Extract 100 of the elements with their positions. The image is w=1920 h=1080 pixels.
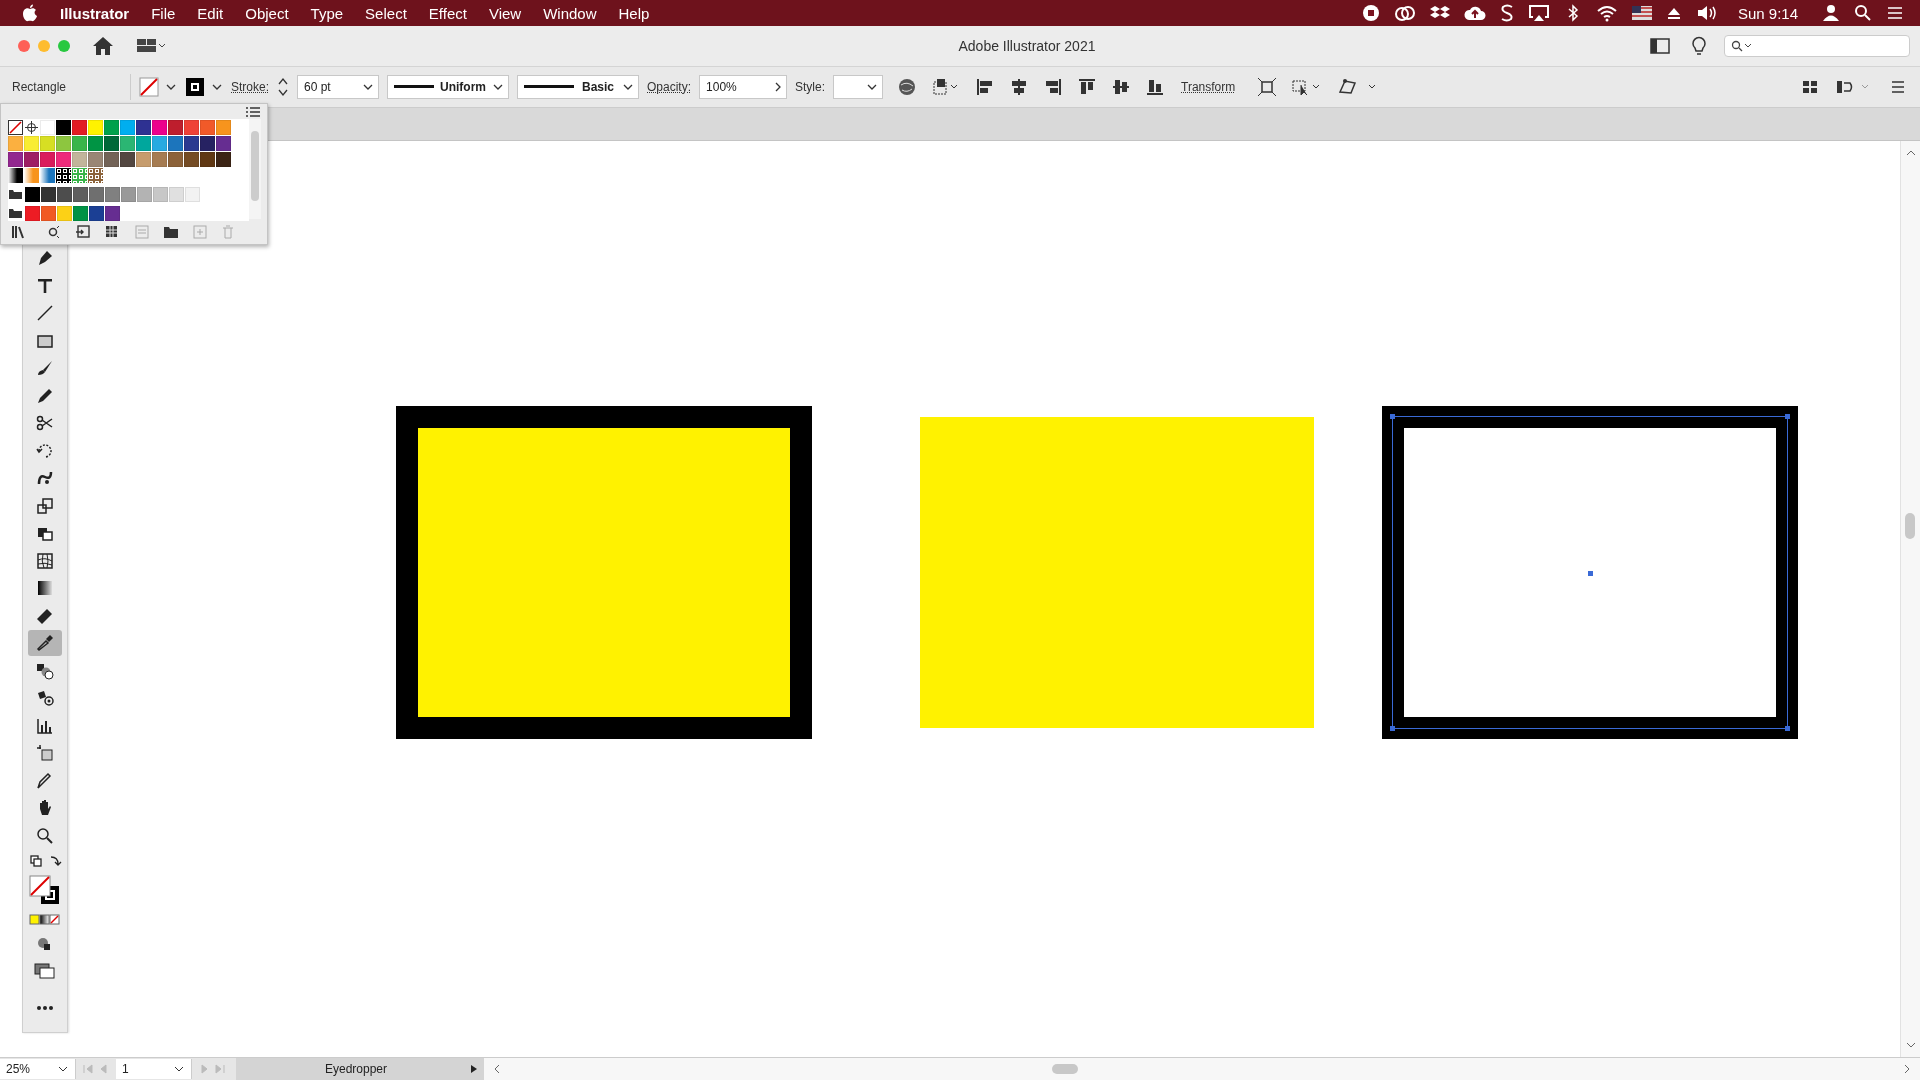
- opacity-field[interactable]: 100%: [699, 75, 788, 99]
- dropdown-icon[interactable]: [211, 83, 223, 91]
- play-icon[interactable]: [470, 1064, 478, 1074]
- color-swatch[interactable]: [184, 136, 199, 151]
- color-swatch[interactable]: [216, 136, 231, 151]
- color-swatch[interactable]: [104, 120, 119, 135]
- color-swatch[interactable]: [56, 136, 71, 151]
- color-swatch[interactable]: [152, 120, 167, 135]
- search-field[interactable]: [1724, 35, 1910, 57]
- color-swatch[interactable]: [216, 152, 231, 167]
- dropdown-icon[interactable]: [165, 83, 177, 91]
- scroll-thumb[interactable]: [1905, 513, 1915, 539]
- gradient-swatch[interactable]: [40, 168, 55, 183]
- recolor-globe-icon[interactable]: [897, 77, 918, 97]
- color-swatch[interactable]: [56, 120, 71, 135]
- folder-icon[interactable]: [163, 225, 179, 239]
- isolate-object-icon[interactable]: [1257, 77, 1278, 97]
- color-swatch[interactable]: [137, 187, 152, 202]
- registration-swatch[interactable]: [24, 120, 39, 135]
- new-swatch-icon[interactable]: [193, 225, 207, 239]
- app-menu[interactable]: Illustrator: [60, 4, 130, 22]
- color-swatch[interactable]: [57, 206, 72, 221]
- color-swatch[interactable]: [184, 120, 199, 135]
- menu-item[interactable]: View: [488, 4, 522, 22]
- s-logo-icon[interactable]: [1499, 4, 1514, 22]
- menu-item[interactable]: File: [151, 4, 176, 22]
- align-bottom-icon[interactable]: [1145, 77, 1166, 97]
- color-swatch[interactable]: [72, 152, 87, 167]
- color-swatch[interactable]: [8, 136, 23, 151]
- color-swatch[interactable]: [200, 136, 215, 151]
- color-swatch[interactable]: [153, 187, 168, 202]
- chevron-right-icon[interactable]: [774, 81, 783, 93]
- color-swatch[interactable]: [200, 120, 215, 135]
- color-swatch[interactable]: [216, 120, 231, 135]
- rectangle-shape[interactable]: [1382, 406, 1798, 739]
- swap-fill-stroke-icon[interactable]: [27, 854, 63, 870]
- color-swatch[interactable]: [88, 152, 103, 167]
- cloud-upload-icon[interactable]: [1463, 4, 1486, 22]
- gradient-swatch[interactable]: [24, 168, 39, 183]
- pattern-swatch[interactable]: [72, 168, 87, 183]
- color-swatch[interactable]: [72, 120, 87, 135]
- color-swatch[interactable]: [136, 136, 151, 151]
- color-swatch[interactable]: [168, 136, 183, 151]
- none-swatch[interactable]: [8, 120, 23, 135]
- stroke-label[interactable]: Stroke:: [231, 80, 269, 94]
- color-swatch[interactable]: [41, 206, 56, 221]
- airplay-icon[interactable]: [1527, 4, 1550, 22]
- user-icon[interactable]: [1822, 4, 1840, 22]
- pattern-swatch[interactable]: [56, 168, 71, 183]
- flag-icon[interactable]: [1631, 6, 1652, 20]
- swatch-kind-icon[interactable]: [47, 225, 61, 239]
- color-swatch[interactable]: [88, 136, 103, 151]
- scroll-left-icon[interactable]: [492, 1064, 502, 1074]
- wifi-icon[interactable]: [1595, 4, 1618, 22]
- control-center-icon[interactable]: [1886, 5, 1904, 21]
- eyedropper-icon[interactable]: [28, 630, 62, 656]
- color-swatch[interactable]: [169, 187, 184, 202]
- color-swatch[interactable]: [120, 120, 135, 135]
- align-top-icon[interactable]: [1077, 77, 1098, 97]
- color-swatch[interactable]: [56, 152, 71, 167]
- scroll-down-icon[interactable]: [1905, 1041, 1916, 1049]
- workspace-layout-icon[interactable]: [136, 38, 166, 54]
- color-swatch[interactable]: [41, 187, 56, 202]
- apple-logo-icon[interactable]: [22, 4, 38, 22]
- color-swatch[interactable]: [152, 136, 167, 151]
- color-swatch[interactable]: [89, 187, 104, 202]
- color-swatch[interactable]: [185, 187, 200, 202]
- color-swatch[interactable]: [120, 152, 135, 167]
- color-swatch[interactable]: [8, 152, 23, 167]
- color-swatch[interactable]: [104, 152, 119, 167]
- color-swatch[interactable]: [24, 136, 39, 151]
- home-icon[interactable]: [92, 36, 114, 56]
- color-swatch[interactable]: [89, 206, 104, 221]
- color-swatch[interactable]: [25, 206, 40, 221]
- scrollbar[interactable]: [249, 119, 261, 219]
- cloud-rings-icon[interactable]: [1393, 4, 1416, 22]
- color-swatch[interactable]: [72, 136, 87, 151]
- opacity-label[interactable]: Opacity:: [647, 80, 692, 94]
- dropdown-icon[interactable]: [57, 1065, 69, 1073]
- variable-width-profile-dropdown[interactable]: Uniform: [387, 75, 509, 99]
- dropdown-icon[interactable]: [622, 83, 634, 91]
- color-swatch[interactable]: [121, 187, 136, 202]
- color-swatch[interactable]: [184, 152, 199, 167]
- color-swatch[interactable]: [73, 206, 88, 221]
- color-swatch[interactable]: [120, 136, 135, 151]
- folder-icon[interactable]: [8, 187, 23, 202]
- scroll-right-icon[interactable]: [1902, 1064, 1912, 1074]
- menu-bar-clock[interactable]: Sun 9:14: [1737, 4, 1798, 22]
- search-icon[interactable]: [1854, 4, 1872, 22]
- artboard-number-field[interactable]: 1: [116, 1059, 192, 1079]
- horizontal-scrollbar[interactable]: [484, 1058, 1920, 1080]
- color-swatch[interactable]: [200, 152, 215, 167]
- brush-definition-dropdown[interactable]: Basic: [517, 75, 639, 99]
- menu-item[interactable]: Window: [543, 4, 597, 22]
- scroll-thumb[interactable]: [1052, 1064, 1078, 1074]
- folder-icon[interactable]: [8, 206, 23, 221]
- stroke-swatch-icon[interactable]: [185, 77, 207, 97]
- pattern-swatch[interactable]: [88, 168, 103, 183]
- color-swatch[interactable]: [73, 187, 88, 202]
- color-mode-icon[interactable]: [27, 913, 63, 927]
